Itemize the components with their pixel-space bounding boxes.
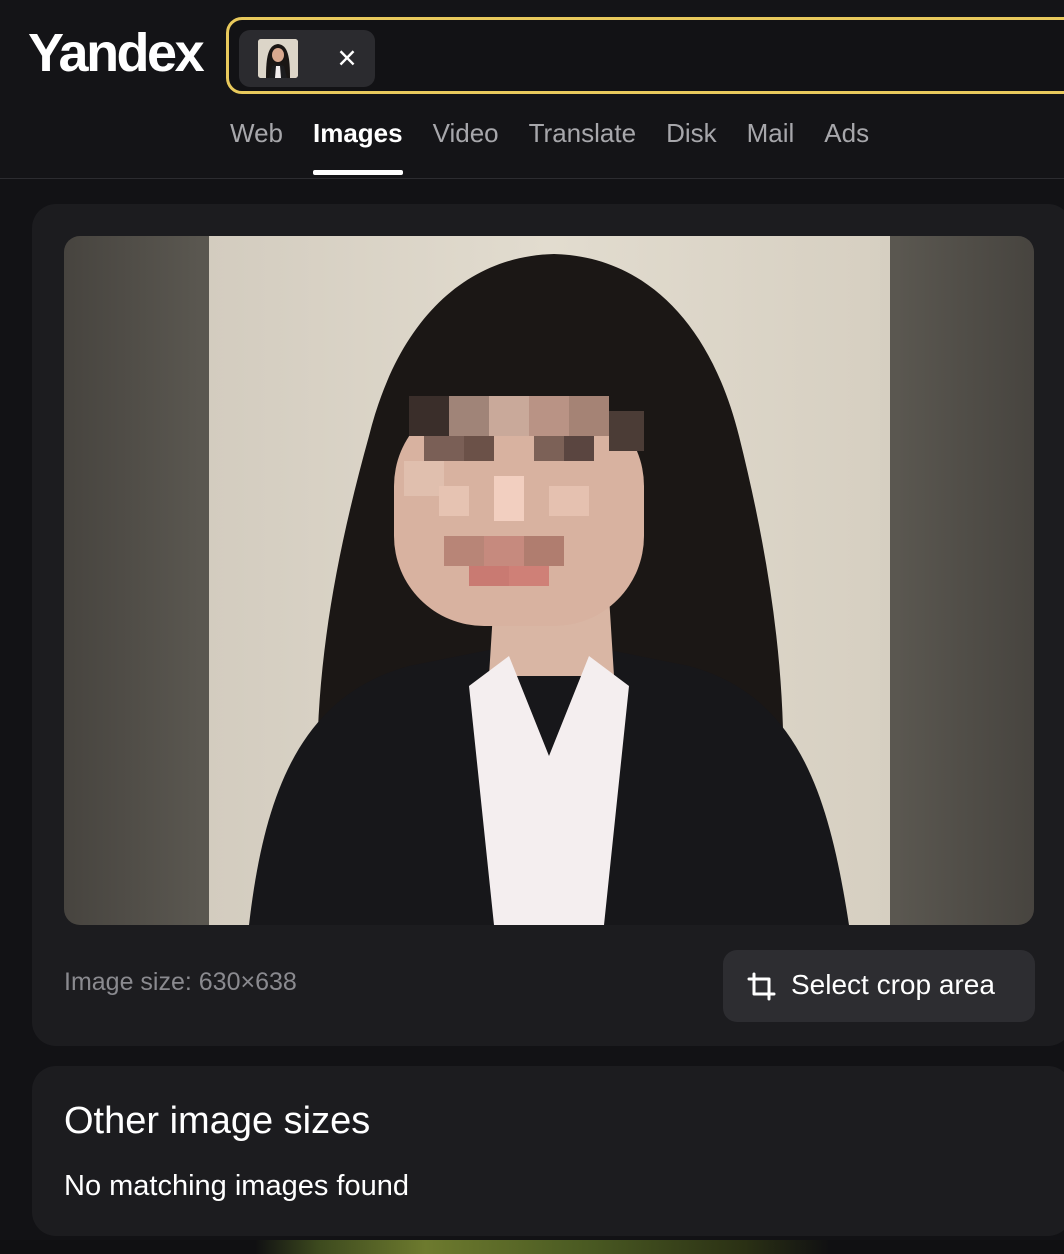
- image-size-text: Image size: 630×638: [64, 968, 297, 996]
- search-box[interactable]: ×: [226, 17, 1064, 94]
- service-tabs: Web Images Video Translate Disk Mail Ads: [230, 116, 869, 178]
- tab-ads[interactable]: Ads: [824, 116, 869, 178]
- tab-disk[interactable]: Disk: [666, 116, 717, 178]
- header: Yandex × Web Images Video Translate Disk…: [0, 0, 1064, 179]
- section-title: Other image sizes: [64, 1100, 371, 1142]
- tab-video[interactable]: Video: [433, 116, 499, 178]
- select-crop-area-label: Select crop area: [791, 969, 995, 1000]
- search-image-chip[interactable]: ×: [239, 30, 375, 87]
- other-image-sizes-card: Other image sizes No matching images fou…: [32, 1066, 1064, 1236]
- image-preview-card: Image size: 630×638 Select crop area: [32, 204, 1064, 1046]
- tab-translate[interactable]: Translate: [529, 116, 636, 178]
- query-image: [209, 236, 890, 925]
- tab-mail[interactable]: Mail: [747, 116, 795, 178]
- clear-image-icon[interactable]: ×: [331, 38, 363, 78]
- tab-images[interactable]: Images: [313, 116, 403, 178]
- yandex-logo[interactable]: Yandex: [28, 22, 205, 84]
- page-bottom-background: [0, 1240, 1064, 1254]
- empty-state-message: No matching images found: [64, 1170, 409, 1202]
- select-crop-area-button[interactable]: Select crop area: [723, 950, 1035, 1022]
- tab-web[interactable]: Web: [230, 116, 283, 178]
- image-viewer: [64, 236, 1034, 925]
- crop-icon: [747, 972, 776, 1001]
- uploaded-image-thumbnail: [258, 39, 298, 78]
